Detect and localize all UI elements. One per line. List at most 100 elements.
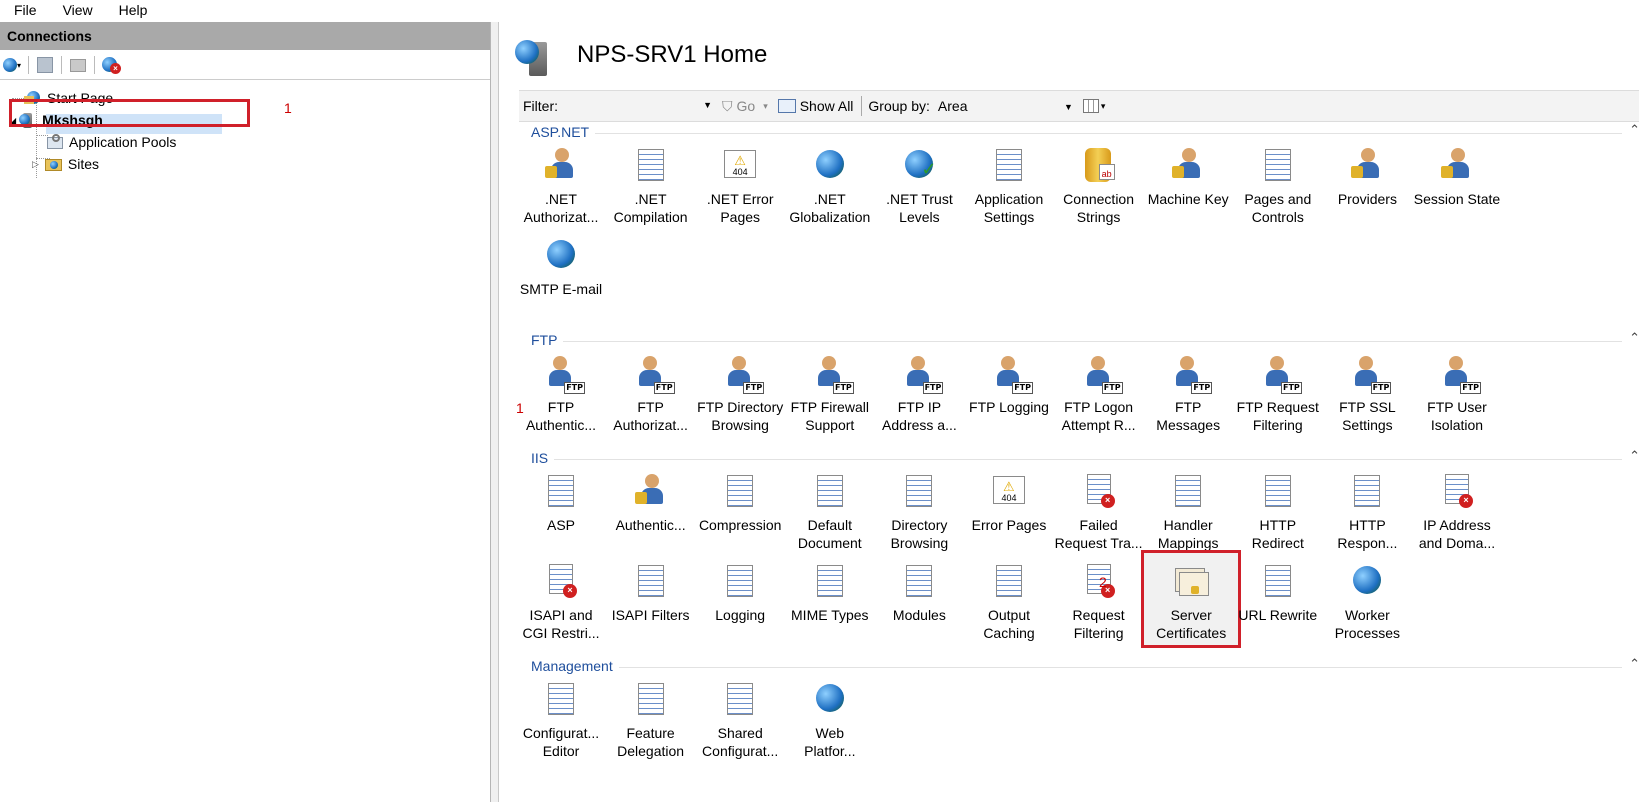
feature-failed-request-tracing[interactable]: × Failed Request Tra... — [1055, 472, 1143, 552]
feature-asp[interactable]: ASP — [517, 472, 605, 534]
feature-label: Logging — [715, 607, 766, 623]
sites-folder-icon — [44, 156, 63, 172]
connections-header: Connections — [0, 22, 490, 50]
feature-label: FTP Logon Attempt R... — [1061, 399, 1136, 433]
server-home-icon — [515, 38, 553, 78]
up-icon[interactable] — [68, 56, 88, 74]
connections-panel: Connections ▾ × Start Page ◢ Mkshsgh App… — [0, 22, 491, 802]
feature-error-pages[interactable]: 404 ⚠ Error Pages — [965, 472, 1053, 534]
feature-label: ISAPI Filters — [611, 607, 690, 623]
menu-view[interactable]: View — [63, 2, 93, 18]
feature-modules[interactable]: Modules — [875, 562, 963, 624]
section-header[interactable]: IIS ⌃ — [519, 448, 1639, 468]
feature-ftp-directory-browsing[interactable]: FTP FTP Directory Browsing — [696, 354, 784, 434]
feature-net-error-pages[interactable]: 404 ⚠ .NET Error Pages — [696, 146, 784, 226]
feature-server-certificates[interactable]: Server Certificates — [1141, 550, 1242, 648]
collapse-chevron-icon[interactable]: ⌃ — [1629, 656, 1639, 672]
feature-ftp-ip-address[interactable]: FTP FTP IP Address a... — [875, 354, 963, 434]
filter-input[interactable]: ▼ — [562, 95, 712, 117]
collapse-chevron-icon[interactable]: ⌃ — [1629, 448, 1639, 464]
toolbar-separator — [61, 55, 62, 74]
session-state-icon — [1437, 146, 1477, 186]
handler-mappings-icon — [1168, 472, 1208, 512]
feature-ftp-firewall[interactable]: FTP FTP Firewall Support — [786, 354, 874, 434]
menu-help[interactable]: Help — [119, 2, 148, 18]
smtp-email-icon — [541, 236, 581, 276]
feature-default-document[interactable]: Default Document — [786, 472, 874, 552]
feature-application-settings[interactable]: Application Settings — [965, 146, 1053, 226]
section-title: Management — [531, 658, 619, 674]
menu-file[interactable]: File — [14, 2, 37, 18]
feature-isapi-cgi[interactable]: × ISAPI and CGI Restri... — [517, 562, 605, 642]
feature-http-response-headers[interactable]: HTTP Respon... — [1323, 472, 1411, 552]
filter-dropdown-icon[interactable]: ▼ — [703, 100, 712, 110]
feature-handler-mappings[interactable]: Handler Mappings — [1144, 472, 1232, 552]
feature-ftp-authorization[interactable]: FTP FTP Authorizat... — [607, 354, 695, 434]
connect-icon[interactable]: ▾ — [2, 56, 22, 74]
feature-ftp-ssl[interactable]: FTP FTP SSL Settings — [1323, 354, 1411, 434]
feature-feature-delegation[interactable]: Feature Delegation — [607, 680, 695, 760]
failed-request-tracing-icon: × — [1079, 472, 1119, 512]
feature-ftp-user-isolation[interactable]: FTP FTP User Isolation — [1413, 354, 1501, 434]
section-header[interactable]: ASP.NET ⌃ — [519, 122, 1639, 142]
view-toggle-icon[interactable]: ▾ — [1082, 99, 1105, 113]
feature-label: .NET Authorizat... — [523, 191, 599, 225]
tree-item-sites[interactable]: ▷ Sites — [32, 154, 99, 174]
feature-logging[interactable]: Logging — [696, 562, 784, 624]
feature-ftp-logging[interactable]: FTP FTP Logging — [965, 354, 1053, 416]
feature-output-caching[interactable]: Output Caching — [965, 562, 1053, 642]
page-title: NPS-SRV1 Home — [577, 41, 768, 68]
collapse-chevron-icon[interactable]: ⌃ — [1629, 330, 1639, 346]
feature-ip-address-domain[interactable]: × IP Address and Doma... — [1413, 472, 1501, 552]
feature-ftp-messages[interactable]: FTP FTP Messages — [1144, 354, 1232, 434]
feature-net-authorization[interactable]: .NET Authorizat... — [517, 146, 605, 226]
panel-splitter[interactable] — [491, 22, 499, 802]
feature-label: FTP IP Address a... — [882, 399, 957, 433]
feature-configuration-editor[interactable]: Configurat... Editor — [517, 680, 605, 760]
feature-label: Application Settings — [974, 191, 1044, 225]
feature-session-state[interactable]: Session State — [1413, 146, 1501, 208]
feature-connection-strings[interactable]: ab Connection Strings — [1055, 146, 1143, 226]
directory-browsing-icon — [899, 472, 939, 512]
net-trust-levels-icon: ✓ — [899, 146, 939, 186]
feature-authentication[interactable]: Authentic... — [607, 472, 695, 534]
feature-net-compilation[interactable]: .NET Compilation — [607, 146, 695, 226]
annotation-number-2: 2 — [1099, 574, 1107, 590]
feature-web-platform[interactable]: Web Platfor... — [786, 680, 874, 760]
group-by-select[interactable]: Area ▼ — [938, 98, 1073, 114]
feature-worker-processes[interactable]: Worker Processes — [1323, 562, 1411, 642]
authentication-icon — [631, 472, 671, 512]
feature-ftp-request-filtering[interactable]: FTP FTP Request Filtering — [1234, 354, 1322, 434]
feature-ftp-authentication[interactable]: FTP FTP Authentic... — [517, 354, 605, 434]
feature-directory-browsing[interactable]: Directory Browsing — [875, 472, 963, 552]
feature-url-rewrite[interactable]: URL Rewrite — [1234, 562, 1322, 624]
feature-smtp-email[interactable]: SMTP E-mail — [517, 236, 605, 298]
feature-net-trust-levels[interactable]: ✓ .NET Trust Levels — [875, 146, 963, 226]
feature-label: Default Document — [797, 517, 862, 551]
disconnect-icon[interactable]: × — [101, 56, 121, 74]
feature-isapi-filters[interactable]: ISAPI Filters — [607, 562, 695, 624]
feature-machine-key[interactable]: Machine Key — [1144, 146, 1232, 208]
collapse-chevron-icon[interactable]: ⌃ — [1629, 122, 1639, 138]
feature-pages-controls[interactable]: Pages and Controls — [1234, 146, 1322, 226]
feature-delegation-icon — [631, 680, 671, 720]
section-header[interactable]: FTP ⌃ — [519, 330, 1639, 350]
show-all-icon — [777, 99, 796, 113]
ftp-authorization-icon: FTP — [631, 354, 675, 394]
show-all-button[interactable]: Show All — [777, 98, 853, 114]
feature-shared-configuration[interactable]: Shared Configurat... — [696, 680, 784, 760]
section-header[interactable]: Management ⌃ — [519, 656, 1639, 676]
go-button[interactable]: ⛉ Go ▾ — [722, 98, 768, 115]
save-icon[interactable] — [35, 56, 55, 74]
feature-compression[interactable]: Compression — [696, 472, 784, 534]
feature-http-redirect[interactable]: HTTP Redirect — [1234, 472, 1322, 552]
expand-arrow-icon[interactable]: ▷ — [32, 159, 39, 170]
feature-label: Feature Delegation — [617, 725, 685, 759]
tree-item-application-pools[interactable]: Application Pools — [46, 132, 176, 152]
feature-label: Web Platfor... — [804, 725, 856, 759]
feature-net-globalization[interactable]: .NET Globalization — [786, 146, 874, 226]
feature-providers[interactable]: Providers — [1323, 146, 1411, 208]
feature-ftp-logon-attempt[interactable]: FTP FTP Logon Attempt R... — [1055, 354, 1143, 434]
feature-mime-types[interactable]: MIME Types — [786, 562, 874, 624]
connections-tree: Start Page ◢ Mkshsgh Application Pools ▷ — [0, 80, 490, 178]
